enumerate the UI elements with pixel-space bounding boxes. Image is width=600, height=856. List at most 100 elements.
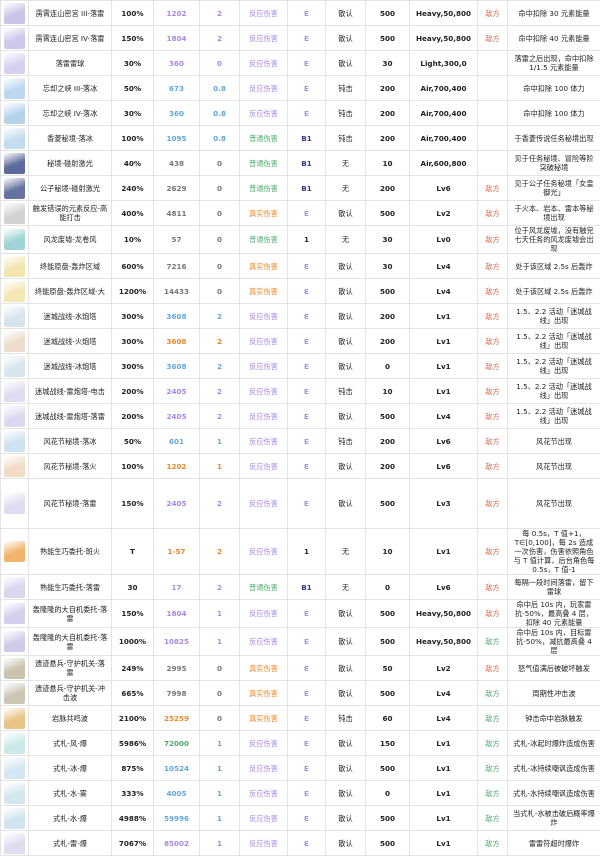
- interrupt-cell: 散认: [326, 26, 366, 51]
- interrupt-cell: 散认: [326, 201, 366, 226]
- name-cell: 触发错误的元素反应-高能打击: [29, 201, 112, 226]
- multiplier-cell: 665%: [112, 681, 154, 706]
- multiplier-cell: 150%: [112, 26, 154, 51]
- multiplier-cell: 150%: [112, 479, 154, 529]
- target-cell: 敌方: [478, 731, 508, 756]
- rock-portrait-icon: [4, 708, 25, 729]
- description-cell: 钟击命中岩脉触发: [508, 706, 600, 731]
- damage-value-cell: 438: [154, 151, 200, 176]
- target-cell: 敌方: [478, 656, 508, 681]
- description-cell: 见于任务秘境、冒险等阶突破秘境: [508, 151, 600, 176]
- element-gauge-cell: 1: [200, 756, 240, 781]
- interrupt-cell: 散认: [326, 781, 366, 806]
- target-cell: 敌方: [478, 379, 508, 404]
- poise-damage-cell: 30: [366, 226, 410, 254]
- turret-portrait-icon: [4, 406, 25, 427]
- table-row: 秘境-碰射激光40%4380普通伤害B1无10Air,600,800见于任务秘境…: [1, 151, 600, 176]
- thumb-cell: [1, 101, 29, 126]
- damage-value-cell: 72000: [154, 731, 200, 756]
- description-cell: 1.5、2.2 活动「迷城战线」出现: [508, 379, 600, 404]
- element-tag-cell: E: [288, 706, 326, 731]
- poise-damage-cell: 10: [366, 379, 410, 404]
- name-cell: 式札-冰-爆: [29, 756, 112, 781]
- target-cell: [478, 126, 508, 151]
- damage-value-cell: 601: [154, 429, 200, 454]
- impact-tag-cell: Light,300,0: [410, 51, 478, 76]
- thumb-cell: [1, 731, 29, 756]
- description-cell: 落雷之后出现，命中扣除 1/1.5 元素能量: [508, 51, 600, 76]
- name-cell: 式札-水-雾: [29, 781, 112, 806]
- damage-type-cell: 反应伤害: [240, 76, 288, 101]
- poise-damage-cell: 0: [366, 781, 410, 806]
- target-cell: 敌方: [478, 329, 508, 354]
- description-cell: 每 0.5s，T 值+1，T∈[0,100]，每 2s 造成一次伤害，伤害依照角…: [508, 529, 600, 575]
- thumb-cell: [1, 51, 29, 76]
- interrupt-cell: 钝击: [326, 706, 366, 731]
- name-cell: 迷城战线-雷炮塔-落雷: [29, 404, 112, 429]
- table-row: 遗迹悬兵-守护机关-冲击波665%79980真实伤害E散认500Lv4敌方周期性…: [1, 681, 600, 706]
- thumb-cell: [1, 600, 29, 628]
- description-cell: 1.5、2.2 活动「迷城战线」出现: [508, 329, 600, 354]
- element-tag-cell: B1: [288, 575, 326, 600]
- thumb-cell: [1, 226, 29, 254]
- element-tag-cell: E: [288, 304, 326, 329]
- lightning-portrait-icon: [4, 3, 25, 24]
- poise-damage-cell: 500: [366, 600, 410, 628]
- poise-damage-cell: 500: [366, 756, 410, 781]
- impact-tag-cell: Lv6: [410, 176, 478, 201]
- target-cell: 敌方: [478, 756, 508, 781]
- pillar-portrait-icon: [4, 281, 25, 302]
- impact-tag-cell: Lv4: [410, 681, 478, 706]
- multiplier-cell: 30%: [112, 51, 154, 76]
- poise-damage-cell: 200: [366, 304, 410, 329]
- element-gauge-cell: 1: [200, 429, 240, 454]
- table-row: 迷城战线-火炮塔300%36082反应伤害E散认200Lv1敌方1.5、2.2 …: [1, 329, 600, 354]
- interrupt-cell: 无: [326, 529, 366, 575]
- damage-value-cell: 4005: [154, 781, 200, 806]
- name-cell: 雳霄连山密宫 IV-落雷: [29, 26, 112, 51]
- element-gauge-cell: 2: [200, 479, 240, 529]
- damage-type-cell: 反应伤害: [240, 831, 288, 856]
- impact-tag-cell: Heavy,50,800: [410, 26, 478, 51]
- table-row: 触发错误的元素反应-高能打击400%48110真实伤害E散认500Lv2敌方于火…: [1, 201, 600, 226]
- description-cell: 命中扣除 30 元素能量: [508, 1, 600, 26]
- impact-tag-cell: Air,700,400: [410, 76, 478, 101]
- multiplier-cell: 200%: [112, 379, 154, 404]
- damage-type-cell: 普通伤害: [240, 176, 288, 201]
- laser-portrait-icon: [4, 178, 25, 199]
- target-cell: 敌方: [478, 706, 508, 731]
- element-tag-cell: E: [288, 404, 326, 429]
- damage-type-cell: 普通伤害: [240, 126, 288, 151]
- target-cell: 敌方: [478, 681, 508, 706]
- thumb-cell: [1, 529, 29, 575]
- turret-portrait-icon: [4, 381, 25, 402]
- damage-value-cell: 2405: [154, 404, 200, 429]
- damage-type-cell: 反应伤害: [240, 404, 288, 429]
- poise-damage-cell: 0: [366, 354, 410, 379]
- multiplier-cell: 30: [112, 575, 154, 600]
- table-row: 岩脉共鸣波2100%252590真实伤害E钝击60Lv4敌方钟击命中岩脉触发: [1, 706, 600, 731]
- name-cell: 迷城战线-火炮塔: [29, 329, 112, 354]
- multiplier-cell: 30%: [112, 101, 154, 126]
- festival-portrait-icon: [4, 431, 25, 452]
- thumb-cell: [1, 329, 29, 354]
- impact-tag-cell: Heavy,50,800: [410, 1, 478, 26]
- description-cell: 1.5、2.2 活动「迷城战线」出现: [508, 304, 600, 329]
- damage-value-cell: 1202: [154, 1, 200, 26]
- thumb-cell: [1, 706, 29, 731]
- poise-damage-cell: 500: [366, 831, 410, 856]
- table-body: 雳霄连山密宫 III-落雷100%12022反应伤害E散认500Heavy,50…: [1, 1, 600, 856]
- multiplier-cell: 2100%: [112, 706, 154, 731]
- element-tag-cell: E: [288, 454, 326, 479]
- fire-portrait-icon: [4, 541, 25, 562]
- damage-type-cell: 反应伤害: [240, 756, 288, 781]
- element-tag-cell: E: [288, 831, 326, 856]
- table-row: 式札-水-爆4988%599961反应伤害E散认500Lv1敌方当式札-水被击破…: [1, 806, 600, 831]
- name-cell: 迷城战线-水炮塔: [29, 304, 112, 329]
- element-gauge-cell: 0: [200, 176, 240, 201]
- thumb-cell: [1, 304, 29, 329]
- impact-tag-cell: Lv1: [410, 756, 478, 781]
- table-row: 雳霄连山密宫 III-落雷100%12022反应伤害E散认500Heavy,50…: [1, 1, 600, 26]
- damage-value-cell: 2405: [154, 379, 200, 404]
- impact-tag-cell: Air,700,400: [410, 101, 478, 126]
